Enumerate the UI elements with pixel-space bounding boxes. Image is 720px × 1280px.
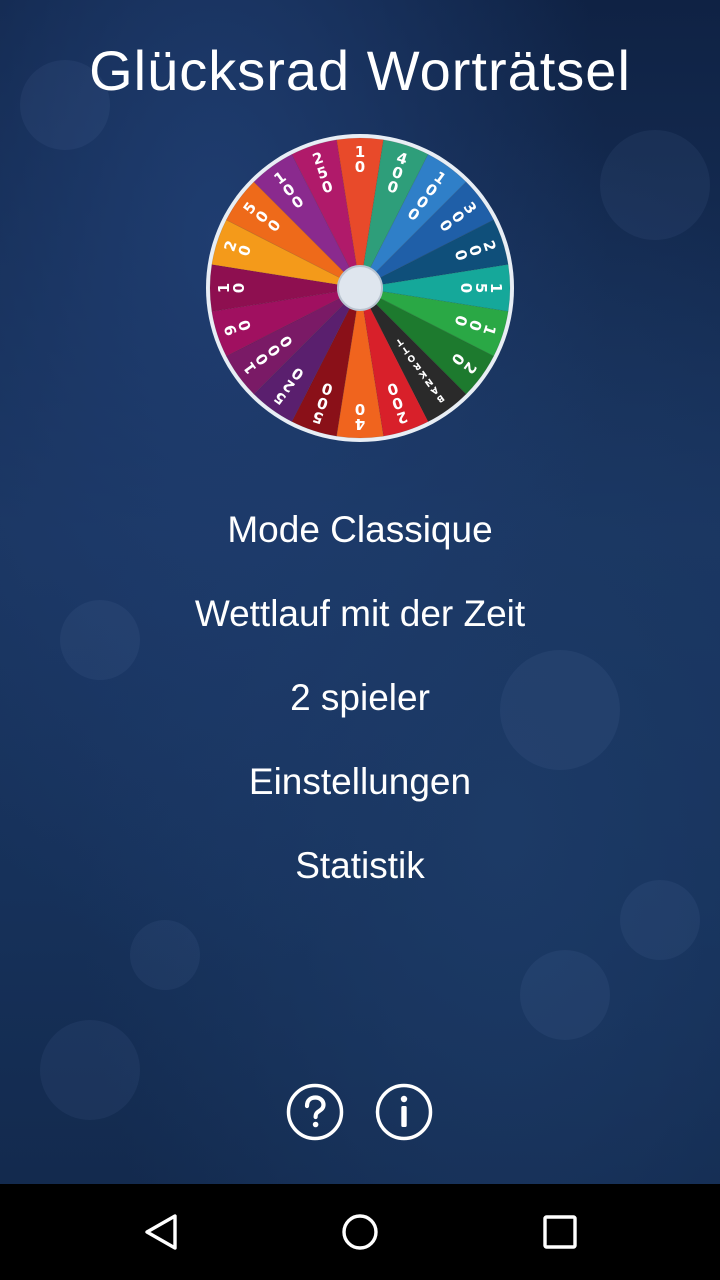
wheel-segment-label: 40 [355, 400, 365, 433]
back-button[interactable] [136, 1208, 184, 1256]
wheel-hub [337, 265, 383, 311]
question-circle-icon [286, 1083, 344, 1141]
home-button[interactable] [336, 1208, 384, 1256]
main-menu: Mode Classique Wettlauf mit der Zeit 2 s… [0, 488, 720, 908]
fortune-wheel: 10400100030020015010020BANKROTT200405005… [204, 132, 516, 444]
wheel-segment-char: 0 [355, 400, 365, 418]
app-title: Glücksrad Worträtsel [89, 39, 631, 102]
android-navigation-bar [0, 1184, 720, 1280]
back-triangle-icon [145, 1214, 177, 1250]
menu-item-classic[interactable]: Mode Classique [0, 488, 720, 572]
wheel-segment-label: 10 [215, 283, 248, 293]
main-screen: Glücksrad Worträtsel 1040010003002001501… [0, 0, 720, 1184]
wheel-segment-label: 10 [355, 143, 365, 176]
bokeh-light [130, 920, 200, 990]
fortune-wheel-graphic: 10 400 1000 30020015010020BANKROTT200405005… [206, 134, 514, 442]
info-button[interactable] [375, 1083, 433, 1141]
wheel-segment-char: 0 [230, 283, 248, 293]
menu-item-race-against-time[interactable]: Wettlauf mit der Zeit [0, 572, 720, 656]
menu-item-two-player[interactable]: 2 spieler [0, 656, 720, 740]
menu-item-statistics[interactable]: Statistik [0, 824, 720, 908]
wheel-segment-char: 0 [457, 283, 475, 293]
wheel-segment-label: 150 [457, 283, 505, 293]
bokeh-light [600, 130, 710, 240]
info-circle-icon [375, 1083, 433, 1141]
recents-button[interactable] [536, 1208, 584, 1256]
bokeh-light [520, 950, 610, 1040]
help-button[interactable] [286, 1083, 344, 1141]
recents-square-icon [543, 1215, 577, 1249]
menu-item-settings[interactable]: Einstellungen [0, 740, 720, 824]
wheel-segment-char: 0 [355, 158, 365, 176]
footer-actions [0, 1083, 720, 1143]
home-circle-icon [342, 1214, 378, 1250]
